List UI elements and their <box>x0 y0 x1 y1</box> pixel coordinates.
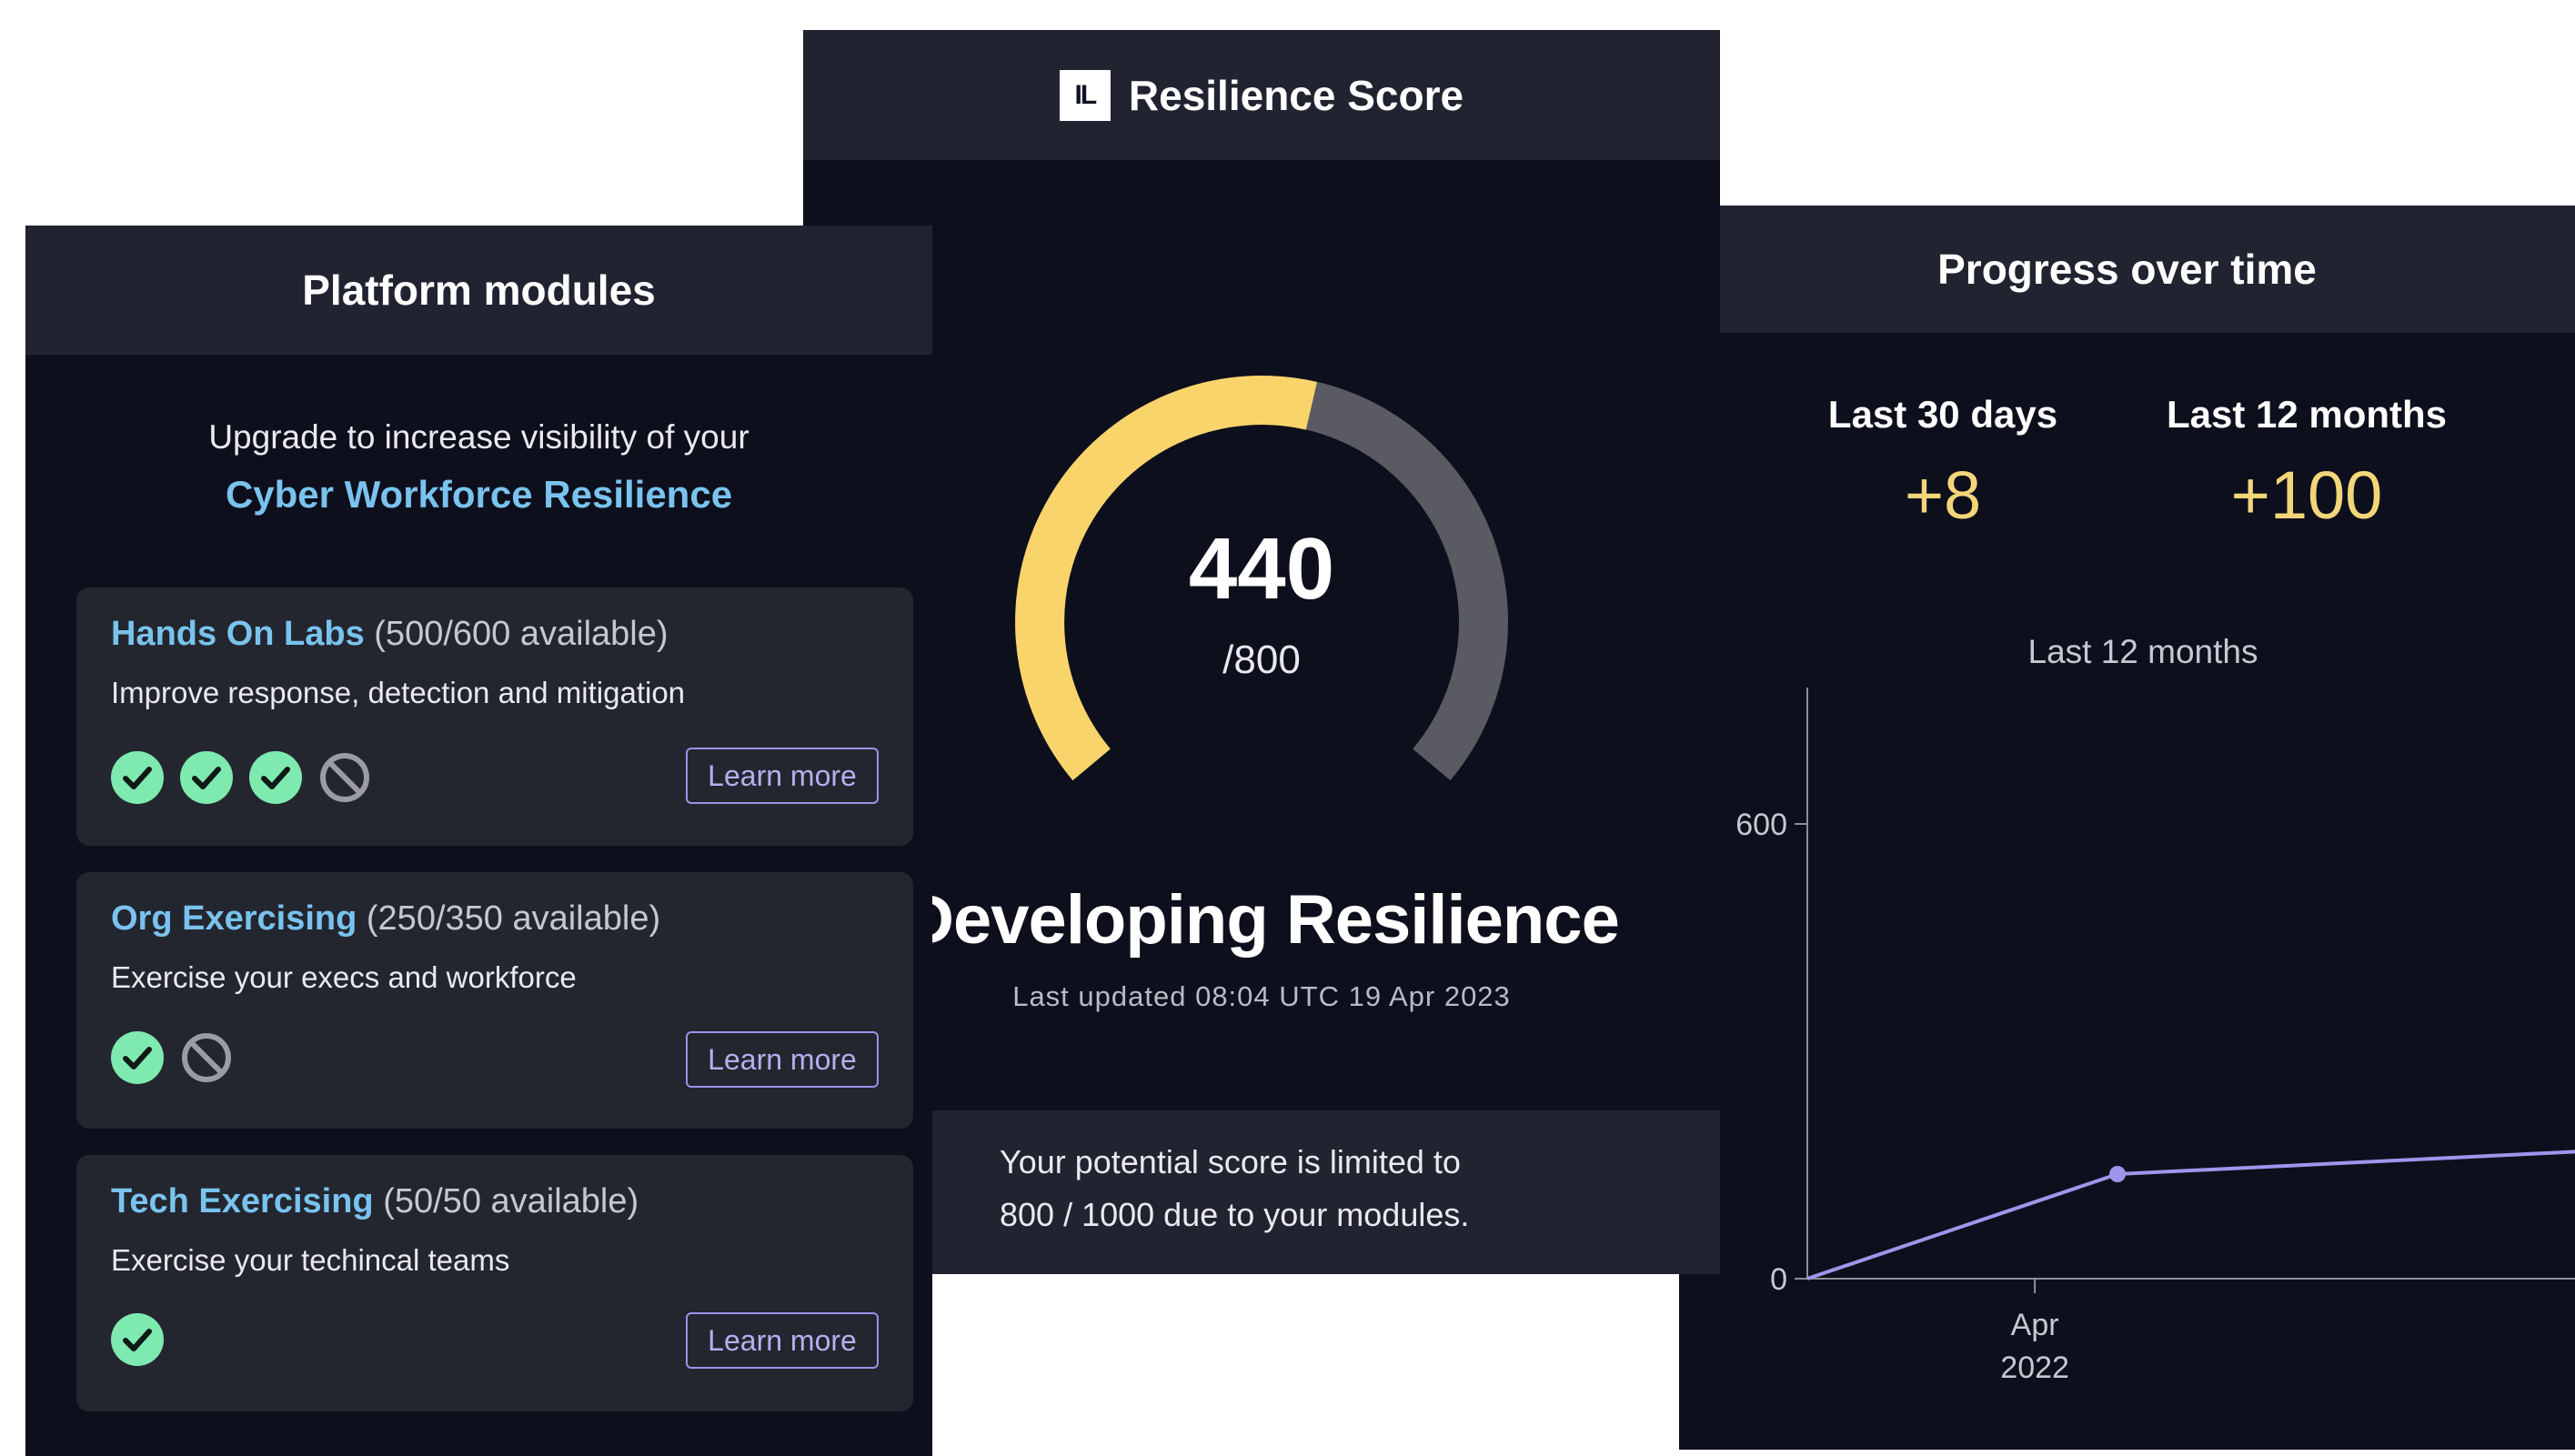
module-card-hands-on-labs: Hands On Labs (500/600 available) Improv… <box>76 587 913 846</box>
learn-more-button[interactable]: Learn more <box>686 748 879 804</box>
learn-more-button[interactable]: Learn more <box>686 1031 879 1088</box>
module-description: Exercise your techincal teams <box>111 1243 510 1277</box>
potential-score-notice: Your potential score is limited to 800 /… <box>803 1110 1720 1274</box>
modules-panel-header: Platform modules <box>25 226 932 355</box>
module-availability: (50/50 available) <box>383 1182 639 1220</box>
module-card-tech-exercising: Tech Exercising (50/50 available) Exerci… <box>76 1155 913 1411</box>
y-tick-label: 0 <box>1770 1262 1787 1297</box>
score-gauge <box>1015 375 1508 781</box>
module-description: Improve response, detection and mitigati… <box>111 676 686 709</box>
learn-more-button[interactable]: Learn more <box>686 1312 879 1369</box>
modules-panel-title: Platform modules <box>302 266 656 314</box>
score-panel-title: Resilience Score <box>1128 71 1464 119</box>
last-updated: Last updated 08:04 UTC 19 Apr 2023 <box>1012 980 1511 1012</box>
module-name: Hands On Labs <box>111 615 365 653</box>
module-availability: (500/600 available) <box>374 615 669 653</box>
module-status-icons <box>111 1031 233 1084</box>
check-icon <box>249 751 302 804</box>
module-status-icons <box>111 751 371 804</box>
check-icon <box>111 1031 164 1084</box>
check-icon <box>180 751 233 804</box>
resilience-level: Developing Resilience <box>904 881 1620 959</box>
score-panel-header: IL Resilience Score <box>803 30 1720 160</box>
blocked-icon <box>182 1033 231 1082</box>
module-description: Exercise your execs and workforce <box>111 960 577 994</box>
potential-text-line1: Your potential score is limited to <box>1000 1143 1461 1180</box>
check-icon <box>111 751 164 804</box>
module-name: Tech Exercising <box>111 1182 374 1220</box>
y-tick-label: 600 <box>1735 808 1787 842</box>
score-value: 440 <box>1188 520 1335 618</box>
data-point <box>2109 1166 2127 1182</box>
workforce-title: Cyber Workforce Resilience <box>225 473 733 516</box>
potential-text-line2: 800 / 1000 due to your modules. <box>1000 1196 1470 1233</box>
upgrade-text: Upgrade to increase visibility of your <box>208 418 749 456</box>
series-line <box>1806 1150 2575 1280</box>
x-tick-year: 2022 <box>2000 1351 2069 1385</box>
module-status-icons <box>111 1313 164 1366</box>
logo-icon: IL <box>1059 69 1111 121</box>
progress-line-chart: 0600Apr2022Jun2022Aug2022Oct2022Dec2022F… <box>1735 688 2575 1385</box>
blocked-icon <box>320 753 369 802</box>
x-tick-month: Apr <box>2011 1308 2059 1342</box>
module-availability: (250/350 available) <box>366 899 661 938</box>
module-name: Org Exercising <box>111 899 357 938</box>
check-icon <box>111 1313 164 1366</box>
progress-panel: Progress over time Last 30 days +8 Last … <box>1679 206 2575 1450</box>
module-card-org-exercising: Org Exercising (250/350 available) Exerc… <box>76 872 913 1129</box>
resilience-score-panel: IL Resilience Score 440 /800 Developing … <box>803 30 1720 1274</box>
score-max: /800 <box>1222 638 1301 682</box>
platform-modules-panel: Platform modules Upgrade to increase vis… <box>25 226 932 1456</box>
